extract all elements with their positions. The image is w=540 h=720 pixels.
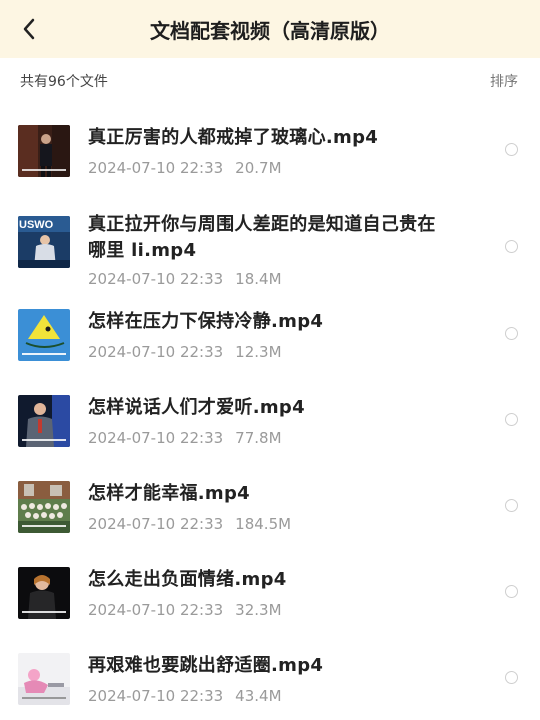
file-name: 怎样说话人们才爱听.mp4 [88, 397, 305, 418]
video-thumbnail [18, 309, 70, 361]
file-name: 怎么走出负面情绪.mp4 [88, 569, 287, 590]
video-thumbnail: USWO [18, 216, 70, 268]
sort-button[interactable]: 排序 [490, 71, 518, 91]
header-bar: 文档配套视频（高清原版） [0, 0, 540, 58]
file-date: 2024-07-10 22:33 [88, 687, 224, 705]
back-button[interactable] [14, 14, 44, 44]
file-size: 184.5M [235, 515, 292, 533]
file-meta: 2024-07-10 22:33 20.7M [88, 159, 282, 177]
file-row[interactable]: 再艰难也要跳出舒适圈.mp4 2024-07-10 22:33 43.4M [0, 642, 540, 720]
file-name: 真正拉开你与周围人差距的是知道自己贵在哪里 li.mp4 [88, 214, 436, 261]
file-size: 12.3M [235, 343, 282, 361]
file-size: 20.7M [235, 159, 282, 177]
file-size: 43.4M [235, 687, 282, 705]
file-row[interactable]: 怎样在压力下保持冷静.mp4 2024-07-10 22:33 12.3M [0, 298, 540, 384]
file-size: 77.8M [235, 429, 282, 447]
file-row[interactable]: 怎么走出负面情绪.mp4 2024-07-10 22:33 32.3M [0, 556, 540, 642]
file-count-label: 共有96个文件 [20, 74, 108, 90]
file-date: 2024-07-10 22:33 [88, 343, 224, 361]
file-row[interactable]: USWO 真正拉开你与周围人差距的是知道自己贵在哪里 li.mp4 2024-0… [0, 190, 540, 298]
thumbnail-text: USWO [19, 219, 54, 231]
file-meta: 2024-07-10 22:33 32.3M [88, 601, 282, 619]
video-thumbnail [18, 653, 70, 705]
video-thumbnail [18, 125, 70, 177]
video-thumbnail [18, 481, 70, 533]
select-radio[interactable] [505, 413, 518, 426]
page-title: 文档配套视频（高清原版） [150, 18, 390, 43]
select-radio[interactable] [505, 240, 518, 253]
video-thumbnail [18, 395, 70, 447]
select-radio[interactable] [505, 671, 518, 684]
file-name: 怎样才能幸福.mp4 [88, 483, 251, 504]
file-name: 真正厉害的人都戒掉了玻璃心.mp4 [88, 127, 379, 148]
file-row[interactable]: 真正厉害的人都戒掉了玻璃心.mp4 2024-07-10 22:33 20.7M [0, 104, 540, 190]
file-size: 32.3M [235, 601, 282, 619]
file-date: 2024-07-10 22:33 [88, 429, 224, 447]
file-name: 怎样在压力下保持冷静.mp4 [88, 311, 324, 332]
file-meta: 2024-07-10 22:33 43.4M [88, 687, 282, 705]
file-size: 18.4M [235, 270, 282, 288]
file-date: 2024-07-10 22:33 [88, 515, 224, 533]
file-meta: 2024-07-10 22:33 77.8M [88, 429, 282, 447]
file-meta: 2024-07-10 22:33 18.4M [88, 270, 282, 288]
select-radio[interactable] [505, 327, 518, 340]
file-meta: 2024-07-10 22:33 12.3M [88, 343, 282, 361]
file-name: 再艰难也要跳出舒适圈.mp4 [88, 655, 324, 676]
select-radio[interactable] [505, 499, 518, 512]
file-date: 2024-07-10 22:33 [88, 601, 224, 619]
file-row[interactable]: 怎样说话人们才爱听.mp4 2024-07-10 22:33 77.8M [0, 384, 540, 470]
file-meta: 2024-07-10 22:33 184.5M [88, 515, 291, 533]
chevron-left-icon [23, 18, 35, 40]
file-row[interactable]: 怎样才能幸福.mp4 2024-07-10 22:33 184.5M [0, 470, 540, 556]
select-radio[interactable] [505, 143, 518, 156]
file-date: 2024-07-10 22:33 [88, 159, 224, 177]
file-date: 2024-07-10 22:33 [88, 270, 224, 288]
select-radio[interactable] [505, 585, 518, 598]
file-toolbar: 共有96个文件 排序 [0, 58, 540, 104]
video-thumbnail [18, 567, 70, 619]
